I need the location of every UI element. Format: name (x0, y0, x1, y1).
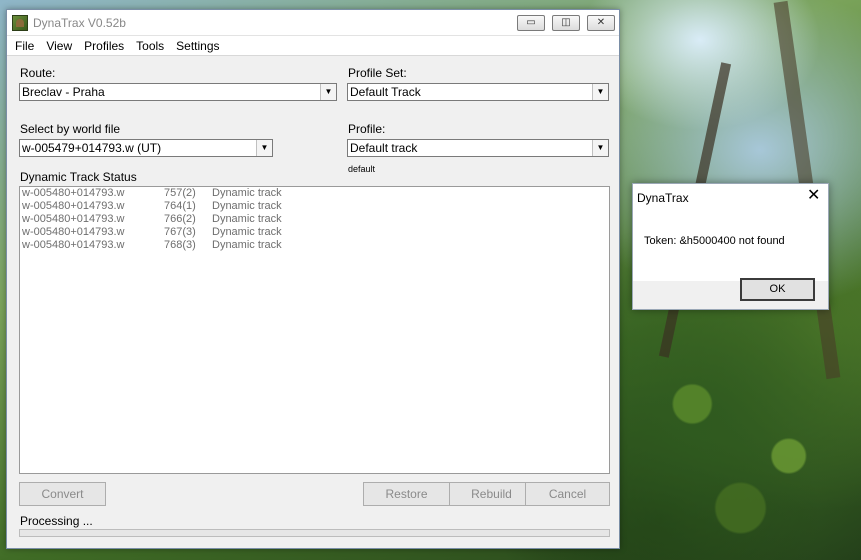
dialog-body: DynaTrax ✕ Token: &h5000400 not found (633, 184, 828, 281)
chevron-down-icon[interactable]: ▼ (256, 140, 272, 156)
row-id: 766(2) (164, 213, 196, 225)
chevron-down-icon[interactable]: ▼ (592, 84, 608, 100)
route-value: Breclav - Praha (22, 85, 105, 99)
title-bar[interactable]: DynaTrax V0.52b ▭ ◫ ✕ (7, 10, 619, 36)
dialog-message: Token: &h5000400 not found (644, 235, 785, 247)
profile-label: Profile: (348, 122, 386, 136)
dynatrax-window: DynaTrax V0.52b ▭ ◫ ✕ File View Profiles… (6, 9, 620, 549)
profile-value: Default track (350, 141, 418, 155)
chevron-down-icon[interactable]: ▼ (592, 140, 608, 156)
route-label: Route: (20, 66, 56, 80)
menu-file[interactable]: File (9, 36, 40, 55)
row-id: 764(1) (164, 200, 196, 212)
window-title: DynaTrax V0.52b (33, 16, 126, 30)
row-file: w-005480+014793.w (22, 226, 125, 238)
profile-select[interactable]: Default track ▼ (347, 139, 609, 157)
close-button[interactable]: ✕ (587, 15, 615, 31)
progress-bar (19, 529, 610, 537)
route-select[interactable]: Breclav - Praha ▼ (19, 83, 337, 101)
profile-note: default (348, 164, 376, 174)
row-type: Dynamic track (212, 239, 282, 251)
list-item[interactable]: w-005480+014793.w 768(3) Dynamic track (20, 239, 609, 252)
row-file: w-005480+014793.w (22, 200, 125, 212)
processing-status: Processing ... (20, 514, 93, 528)
world-file-value: w-005479+014793.w (UT) (22, 141, 162, 155)
list-item[interactable]: w-005480+014793.w 764(1) Dynamic track (20, 200, 609, 213)
world-file-select[interactable]: w-005479+014793.w (UT) ▼ (19, 139, 273, 157)
row-type: Dynamic track (212, 187, 282, 199)
profile-set-value: Default Track (350, 85, 421, 99)
menu-bar: File View Profiles Tools Settings (7, 36, 619, 56)
row-file: w-005480+014793.w (22, 239, 125, 251)
menu-settings[interactable]: Settings (170, 36, 225, 55)
list-item[interactable]: w-005480+014793.w 766(2) Dynamic track (20, 213, 609, 226)
message-dialog: DynaTrax ✕ Token: &h5000400 not found OK (632, 183, 829, 310)
world-file-label: Select by world file (20, 122, 121, 136)
row-id: 767(3) (164, 226, 196, 238)
profile-set-select[interactable]: Default Track ▼ (347, 83, 609, 101)
list-item[interactable]: w-005480+014793.w 767(3) Dynamic track (20, 226, 609, 239)
chevron-down-icon[interactable]: ▼ (320, 84, 336, 100)
row-file: w-005480+014793.w (22, 213, 125, 225)
background-foliage (620, 300, 861, 560)
convert-button[interactable]: Convert (19, 482, 106, 506)
profile-set-label: Profile Set: (348, 66, 407, 80)
row-id: 757(2) (164, 187, 196, 199)
dynamic-track-status-list[interactable]: w-005480+014793.w 757(2) Dynamic track w… (19, 186, 610, 474)
minimize-button[interactable]: ▭ (517, 15, 545, 31)
maximize-button[interactable]: ◫ (552, 15, 580, 31)
ok-button[interactable]: OK (740, 278, 815, 301)
row-type: Dynamic track (212, 200, 282, 212)
row-type: Dynamic track (212, 213, 282, 225)
rebuild-button[interactable]: Rebuild (449, 482, 534, 506)
menu-tools[interactable]: Tools (130, 36, 170, 55)
restore-button[interactable]: Restore (363, 482, 450, 506)
menu-view[interactable]: View (40, 36, 78, 55)
dialog-title: DynaTrax (637, 191, 689, 205)
cancel-button[interactable]: Cancel (525, 482, 610, 506)
list-item[interactable]: w-005480+014793.w 757(2) Dynamic track (20, 187, 609, 200)
row-type: Dynamic track (212, 226, 282, 238)
menu-profiles[interactable]: Profiles (78, 36, 130, 55)
status-label: Dynamic Track Status (20, 170, 137, 184)
app-icon (12, 15, 28, 31)
row-file: w-005480+014793.w (22, 187, 125, 199)
row-id: 768(3) (164, 239, 196, 251)
close-icon[interactable]: ✕ (807, 188, 820, 204)
